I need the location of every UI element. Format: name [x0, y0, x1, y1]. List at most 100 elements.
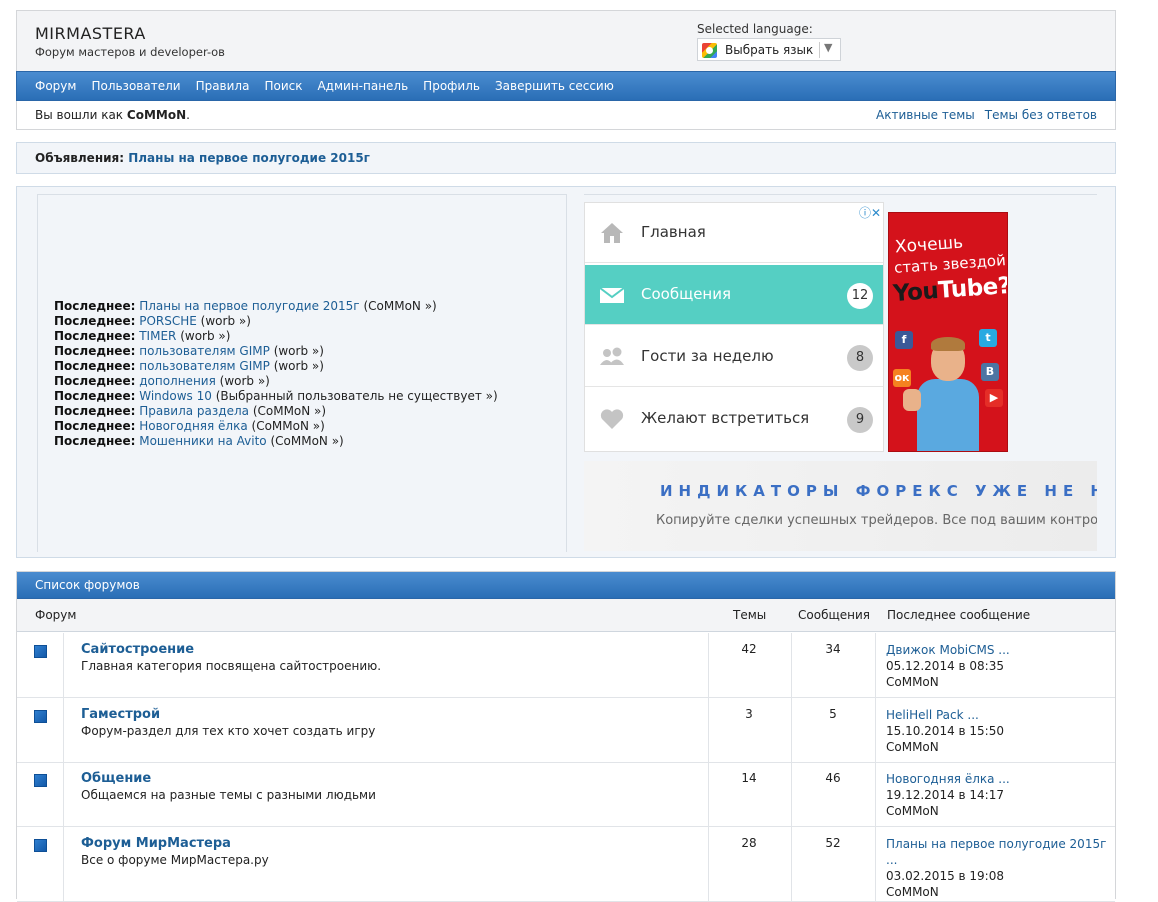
youtube-logo: YouTube?	[892, 273, 1007, 308]
facebook-icon: f	[895, 331, 913, 349]
last-post-link[interactable]: Новогодняя ёлка ...	[886, 771, 1111, 787]
forum-icon	[34, 645, 47, 658]
latest-author[interactable]: (CoMMoN »)	[252, 419, 325, 433]
latest-title-link[interactable]: Новогодняя ёлка	[139, 419, 247, 433]
current-username: CoMMoN	[126, 108, 187, 122]
forum-posts-count: 5	[829, 707, 837, 721]
forum-last-post: Новогодняя ёлка ... 19.12.2014 в 14:17 C…	[886, 771, 1111, 819]
forum-last-post: Движок MobiCMS ... 05.12.2014 в 08:35 Co…	[886, 642, 1111, 690]
latest-author[interactable]: (worb »)	[274, 359, 324, 373]
latest-author[interactable]: (CoMMoN »)	[363, 299, 436, 313]
mail-icon	[599, 287, 625, 303]
column-topics: Темы	[733, 608, 767, 622]
language-select[interactable]: Выбрать язык ▼	[697, 38, 841, 61]
latest-author[interactable]: (worb »)	[220, 374, 270, 388]
ad-row-guests[interactable]: Гости за неделю 8	[585, 327, 883, 387]
last-post-date: 03.02.2015 в 19:08	[886, 869, 1004, 883]
logged-in-prefix: Вы вошли как	[35, 108, 124, 122]
latest-author[interactable]: (worb »)	[201, 314, 251, 328]
forum-description: Главная категория посвящена сайтостроени…	[81, 659, 382, 673]
twitter-icon: t	[979, 329, 997, 347]
nav-item-rules[interactable]: Правила	[196, 79, 250, 93]
latest-author[interactable]: (worb »)	[180, 329, 230, 343]
latest-author[interactable]: (CoMMoN »)	[253, 404, 326, 418]
last-post-date: 15.10.2014 в 15:50	[886, 724, 1004, 738]
message-count-badge: 12	[847, 283, 873, 309]
nav-item-search[interactable]: Поиск	[264, 79, 302, 93]
latest-and-ads-section: Последнее: Планы на первое полугодие 201…	[16, 186, 1116, 558]
forum-description: Форум-раздел для тех кто хочет создать и…	[81, 724, 376, 738]
latest-title-link[interactable]: Планы на первое полугодие 2015г	[139, 299, 359, 313]
nav-item-forum[interactable]: Форум	[35, 79, 76, 93]
latest-label: Последнее:	[54, 329, 136, 343]
latest-item: Последнее: Правила раздела (CoMMoN »)	[54, 404, 498, 419]
forum-name-link[interactable]: Форум МирМастера	[81, 836, 231, 851]
forum-name-link[interactable]: Сайтостроение	[81, 642, 194, 657]
ad-row-home[interactable]: Главная	[585, 203, 883, 263]
language-select-value: Выбрать язык	[725, 43, 814, 57]
forum-row: Сайтостроение Главная категория посвящен…	[17, 633, 1115, 698]
latest-title-link[interactable]: пользователям GIMP	[139, 359, 270, 373]
language-label: Selected language:	[697, 22, 813, 36]
latest-title-link[interactable]: Мошенники на Avito	[139, 434, 266, 448]
people-icon	[600, 347, 624, 365]
last-post-link[interactable]: Планы на первое полугодие 2015г ...	[886, 836, 1111, 868]
last-post-link[interactable]: Движок MobiCMS ...	[886, 642, 1111, 658]
nav-item-logout[interactable]: Завершить сессию	[495, 79, 614, 93]
forum-last-post: Планы на первое полугодие 2015г ... 03.0…	[886, 836, 1111, 900]
ads-area: ⓘ✕ Главная Сообщения 12 Гости за неделю …	[584, 194, 1097, 552]
latest-author[interactable]: (Выбранный пользователь не существует »)	[216, 389, 498, 403]
forum-list: Список форумов Форум Темы Сообщения Посл…	[16, 571, 1116, 902]
forum-name-link[interactable]: Общение	[81, 771, 151, 786]
announcement-bar: Объявления: Планы на первое полугодие 20…	[16, 142, 1116, 174]
ad-menu-banner[interactable]: ⓘ✕ Главная Сообщения 12 Гости за неделю …	[584, 202, 884, 452]
youtube-logo-you: You	[892, 277, 940, 308]
announcement-label: Объявления:	[35, 151, 125, 165]
latest-author[interactable]: (worb »)	[274, 344, 324, 358]
last-post-date: 05.12.2014 в 08:35	[886, 659, 1004, 673]
heart-icon	[600, 409, 624, 429]
ad-row-label: Гости за неделю	[641, 347, 774, 365]
latest-label: Последнее:	[54, 299, 136, 313]
youtube-small-icon: ▶	[985, 389, 1003, 407]
unanswered-topics-link[interactable]: Темы без ответов	[985, 108, 1097, 122]
latest-item: Последнее: Планы на первое полугодие 201…	[54, 299, 498, 314]
forum-topics-count: 14	[741, 771, 757, 785]
latest-title-link[interactable]: PORSCHE	[139, 314, 197, 328]
logged-in-text: Вы вошли как CoMMoN.	[35, 108, 190, 122]
youtube-ad-banner[interactable]: Хочешь стать звездой YouTube? f t ок В ▶	[888, 212, 1008, 452]
forum-last-post: HeliHell Pack ... 15.10.2014 в 15:50 CoM…	[886, 707, 1111, 755]
forum-posts-count: 52	[825, 836, 841, 850]
latest-title-link[interactable]: TIMER	[139, 329, 176, 343]
nav-item-admin[interactable]: Админ-панель	[317, 79, 408, 93]
forum-description: Все о форуме МирМастера.ру	[81, 853, 269, 867]
latest-label: Последнее:	[54, 434, 136, 448]
main-nav: Форум Пользователи Правила Поиск Админ-п…	[16, 71, 1116, 101]
announcement-link[interactable]: Планы на первое полугодие 2015г	[128, 151, 370, 165]
active-topics-link[interactable]: Активные темы	[876, 108, 975, 122]
latest-title-link[interactable]: пользователям GIMP	[139, 344, 270, 358]
chevron-down-icon[interactable]: ▼	[824, 41, 832, 54]
forex-ad-banner[interactable]: ИНДИКАТОРЫ ФОРЕКС УЖЕ НЕ НУ Копируйте сд…	[584, 461, 1097, 551]
latest-title-link[interactable]: дополнения	[139, 374, 216, 388]
latest-author[interactable]: (CoMMoN »)	[270, 434, 343, 448]
latest-title-link[interactable]: Windows 10	[139, 389, 212, 403]
forum-topics-count: 28	[741, 836, 757, 850]
nav-item-users[interactable]: Пользователи	[91, 79, 180, 93]
last-post-author: CoMMoN	[886, 675, 939, 689]
latest-item: Последнее: Новогодняя ёлка (CoMMoN »)	[54, 419, 498, 434]
ad-row-meet[interactable]: Желают встретиться 9	[585, 389, 883, 449]
forum-row: Гаместрой Форум-раздел для тех кто хочет…	[17, 698, 1115, 763]
nav-item-profile[interactable]: Профиль	[423, 79, 480, 93]
site-title[interactable]: MIRMASTERA	[35, 24, 146, 43]
forum-name-link[interactable]: Гаместрой	[81, 707, 160, 722]
latest-item: Последнее: Windows 10 (Выбранный пользов…	[54, 389, 498, 404]
last-post-link[interactable]: HeliHell Pack ...	[886, 707, 1111, 723]
latest-title-link[interactable]: Правила раздела	[139, 404, 249, 418]
guests-count-badge: 8	[847, 345, 873, 371]
logged-in-suffix: .	[186, 108, 190, 122]
forum-row: Общение Общаемся на разные темы с разным…	[17, 762, 1115, 827]
ad-row-messages[interactable]: Сообщения 12	[585, 265, 883, 325]
ad-row-label: Главная	[641, 223, 706, 241]
last-post-date: 19.12.2014 в 14:17	[886, 788, 1004, 802]
